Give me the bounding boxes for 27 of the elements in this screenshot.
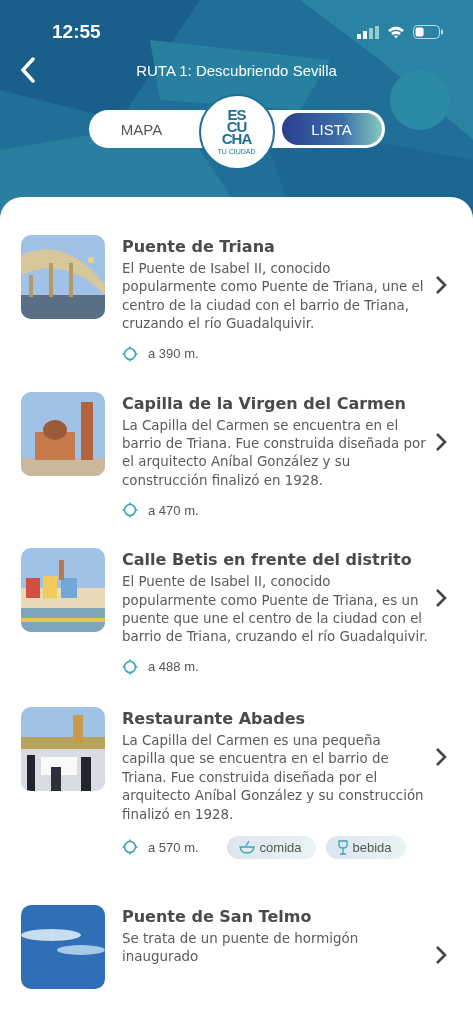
place-description: El Puente de Isabel II, conocido popularmente como Puente de Triana, une el centro de la ciudad con el barrio de Triana, cruzando el río Guadalquivir. [122,260,425,334]
location-icon [122,839,138,856]
distance-text: a 570 m. [148,839,199,855]
category-tag: comida [226,835,316,859]
location-icon [122,658,138,675]
place-title: Calle Betis en frente del distrito [122,550,413,570]
chevron-right-icon[interactable] [434,746,448,767]
glass-icon [337,839,348,855]
chevron-right-icon[interactable] [434,588,448,609]
place-description: Se trata de un puente de hormigón inaugurado [122,929,360,967]
place-title: Puente de San Telmo [122,906,313,926]
place-description: La Capilla del Carmen se encuentra en el barrio de Triana. Fue construida diseñada por el arquitecto Aníbal González y su construcción finalizó en 1928. [122,416,427,490]
distance-text: a 470 m. [148,502,199,518]
chevron-right-icon[interactable] [434,944,448,965]
place-title: Restaurante Abades [122,708,307,728]
chevron-right-icon[interactable] [434,275,448,295]
category-tag: bebida [325,835,406,859]
location-icon [122,345,138,362]
place-description: El Puente de Isabel II, conocido popularmente como Puente de Triana, es un puente que une el centro de la ciudad con el barrio de Triana, cruzando el río Guadalquivir. [122,573,428,647]
distance-text: a 390 m. [148,346,199,362]
bowl-icon [238,840,255,855]
chevron-right-icon[interactable] [434,431,448,452]
place-title: Puente de Triana [122,237,276,256]
place-title: Capilla de la Virgen del Carmen [122,393,407,413]
location-icon [122,502,138,519]
place-description: La Capilla del Carmen es una pequeña capilla que se encuentra en el barrio de Triana. Fue construida diseñada por el arquitecto Aníbal González y su construcción finalizó en 1928. [122,731,425,824]
distance-text: a 488 m. [148,659,199,675]
